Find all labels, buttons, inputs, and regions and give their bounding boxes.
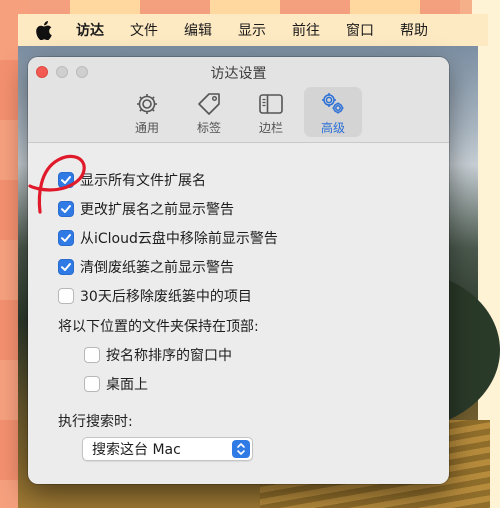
menu-view[interactable]: 显示 xyxy=(238,20,266,40)
option-label: 清倒废纸篓之前显示警告 xyxy=(80,260,234,276)
tab-general[interactable]: 通用 xyxy=(118,87,176,137)
checkmark-icon xyxy=(61,205,71,213)
gears-icon xyxy=(322,93,344,114)
menu-help[interactable]: 帮助 xyxy=(400,20,428,40)
tab-advanced[interactable]: 高级 xyxy=(304,87,362,137)
option-label: 从iCloud云盘中移除前显示警告 xyxy=(80,231,278,247)
checkmark-icon xyxy=(61,263,71,271)
search-heading: 执行搜索时: xyxy=(58,414,133,430)
menu-window[interactable]: 窗口 xyxy=(346,20,374,40)
menu-finder[interactable]: 访达 xyxy=(76,20,104,40)
menu-file[interactable]: 文件 xyxy=(130,20,158,40)
folders-on-top-heading: 将以下位置的文件夹保持在顶部: xyxy=(58,319,259,335)
sidebar-icon xyxy=(259,94,283,114)
settings-toolbar: 通用 标签 边栏 高级 xyxy=(118,87,366,137)
tab-advanced-label: 高级 xyxy=(320,121,345,135)
menu-go[interactable]: 前往 xyxy=(292,20,320,40)
gear-icon xyxy=(137,94,157,114)
select-stepper[interactable] xyxy=(232,440,250,458)
option-label: 桌面上 xyxy=(106,377,148,393)
finder-settings-window: 访达设置 通用 标签 边栏 高级 显示所有文件扩展名 更改扩展名之前显示警告 从… xyxy=(28,57,449,484)
option-folders-top-windows[interactable]: 按名称排序的窗口中 xyxy=(84,345,232,365)
search-scope-select[interactable]: 搜索这台 Mac xyxy=(82,437,253,461)
checkbox-unchecked[interactable] xyxy=(58,288,74,304)
option-warn-icloud-remove[interactable]: 从iCloud云盘中移除前显示警告 xyxy=(58,228,278,248)
option-warn-empty-trash[interactable]: 清倒废纸篓之前显示警告 xyxy=(58,257,234,277)
menu-edit[interactable]: 编辑 xyxy=(184,20,212,40)
checkmark-icon xyxy=(61,234,71,242)
option-label: 更改扩展名之前显示警告 xyxy=(80,202,234,218)
tab-sidebar[interactable]: 边栏 xyxy=(242,87,300,137)
window-titlebar: 访达设置 通用 标签 边栏 高级 xyxy=(28,57,449,143)
option-folders-top-desktop[interactable]: 桌面上 xyxy=(84,374,148,394)
option-show-extensions[interactable]: 显示所有文件扩展名 xyxy=(58,170,206,190)
checkbox-checked[interactable] xyxy=(58,230,74,246)
menu-bar: 访达 文件 编辑 显示 前往 窗口 帮助 xyxy=(18,14,488,46)
option-label: 按名称排序的窗口中 xyxy=(106,348,232,364)
apple-logo-icon[interactable] xyxy=(36,20,54,40)
tag-icon xyxy=(198,93,220,115)
tab-tags[interactable]: 标签 xyxy=(180,87,238,137)
window-title: 访达设置 xyxy=(210,66,267,82)
checkmark-icon xyxy=(61,176,71,184)
checkbox-checked[interactable] xyxy=(58,172,74,188)
tab-general-label: 通用 xyxy=(134,121,159,135)
option-label: 显示所有文件扩展名 xyxy=(80,173,206,189)
chevron-updown-icon xyxy=(237,443,245,455)
checkbox-checked[interactable] xyxy=(58,201,74,217)
tab-sidebar-label: 边栏 xyxy=(258,121,283,135)
tab-tags-label: 标签 xyxy=(196,121,221,135)
option-warn-change-extension[interactable]: 更改扩展名之前显示警告 xyxy=(58,199,234,219)
checkbox-checked[interactable] xyxy=(58,259,74,275)
checkbox-unchecked[interactable] xyxy=(84,376,100,392)
search-scope-value: 搜索这台 Mac xyxy=(92,442,181,458)
option-remove-trash-30-days[interactable]: 30天后移除废纸篓中的项目 xyxy=(58,286,252,306)
option-label: 30天后移除废纸篓中的项目 xyxy=(80,289,252,305)
background-frame-top xyxy=(0,0,500,14)
checkbox-unchecked[interactable] xyxy=(84,347,100,363)
